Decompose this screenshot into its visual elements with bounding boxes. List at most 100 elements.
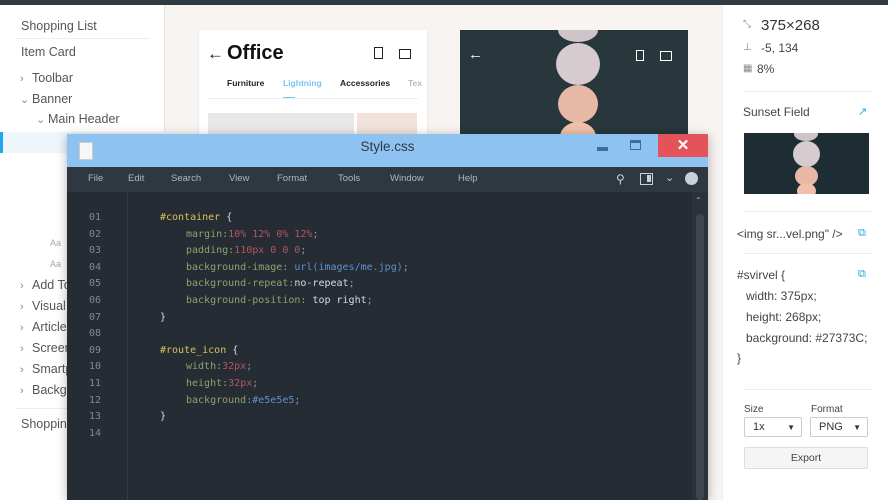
chevron-down-icon[interactable]: ⌄	[665, 171, 674, 184]
line-number: 01	[89, 212, 102, 223]
code-line: height:32px;	[186, 378, 259, 389]
layer-add-to[interactable]: › Add To	[20, 278, 71, 292]
css-line: background: #27373C;	[746, 331, 868, 345]
close-button[interactable]: ✕	[658, 134, 708, 157]
vertical-scrollbar[interactable]: ⌃	[692, 192, 708, 500]
asset-thumbnail	[744, 133, 869, 194]
chevron-down-icon: ⌄	[20, 94, 30, 106]
menu-search[interactable]: Search	[171, 173, 201, 184]
layer-banner[interactable]: ⌄ Banner	[20, 92, 72, 106]
lamp-artboard[interactable]: ←	[460, 30, 688, 140]
lamp-globe	[558, 30, 598, 42]
layer-item-card[interactable]: Item Card	[21, 45, 76, 59]
resize-icon: ⤡	[743, 19, 751, 30]
layer-visual[interactable]: › Visual	[20, 299, 66, 313]
title-bar[interactable]: Style.css ✕	[67, 134, 708, 167]
chevron-right-icon: ›	[20, 73, 24, 85]
layer-main-header[interactable]: ⌄ Main Header	[36, 112, 120, 126]
maximize-button[interactable]	[630, 140, 641, 150]
bookmark-icon	[636, 50, 644, 61]
css-line: height: 268px;	[746, 310, 822, 324]
menu-file[interactable]: File	[88, 173, 103, 184]
layer-shopping-list[interactable]: Shopping List	[21, 19, 97, 33]
line-number: 02	[89, 228, 102, 240]
menu-tools[interactable]: Tools	[338, 173, 360, 184]
layer-toolbar[interactable]: › Toolbar	[20, 71, 73, 85]
size-select[interactable]: 1x ▼	[744, 417, 802, 437]
code-line: background-repeat:no-repeat;	[186, 278, 355, 290]
inspector-panel: ⤡ 375×268 ⊥ -5, 134 ▦ 8% Sunset Field ↗ …	[722, 5, 888, 500]
line-number: 12	[89, 394, 102, 406]
external-link-icon[interactable]: ↗	[858, 105, 867, 118]
export-button[interactable]: Export	[744, 447, 868, 469]
menu-format[interactable]: Format	[277, 173, 307, 184]
code-line: background-position: top right;	[186, 295, 373, 306]
line-number: 08	[89, 328, 102, 340]
position-icon: ⊥	[743, 42, 752, 53]
size-label: Size	[744, 404, 764, 415]
scroll-up-icon[interactable]: ⌃	[695, 196, 702, 205]
menu-help[interactable]: Help	[458, 173, 478, 184]
code-line: #container {	[160, 212, 233, 223]
opacity: 8%	[757, 62, 775, 76]
menu-edit[interactable]: Edit	[128, 173, 144, 184]
card-title: Office	[227, 42, 284, 64]
copy-icon[interactable]: ⧉	[858, 227, 866, 240]
opacity-icon: ▦	[743, 63, 753, 74]
chevron-right-icon: ›	[20, 301, 24, 313]
dimensions: 375×268	[761, 17, 820, 34]
tab-textiles[interactable]: Tex	[408, 78, 427, 88]
panel-toggle-icon[interactable]	[640, 173, 653, 185]
line-number: 14	[89, 427, 102, 439]
lamp-globe	[556, 43, 600, 85]
menu-view[interactable]: View	[229, 173, 249, 184]
line-number: 11	[89, 378, 102, 389]
tab-accessories[interactable]: Accessories	[340, 78, 390, 88]
tab-furniture[interactable]: Furniture	[227, 78, 264, 88]
office-artboard[interactable]: ← Office Furniture Lightning Accessories…	[199, 30, 427, 143]
line-number: 13	[89, 411, 102, 423]
code-line: width:32px;	[186, 361, 253, 373]
divider	[743, 91, 873, 92]
code-line: }	[160, 311, 167, 323]
divider	[743, 253, 873, 254]
code-line: }	[160, 411, 167, 423]
format-select[interactable]: PNG ▼	[810, 417, 868, 437]
chevron-down-icon: ⌄	[36, 114, 46, 126]
copy-icon[interactable]: ⧉	[858, 268, 866, 281]
code-line: padding:110px 0 0 0;	[186, 245, 307, 257]
chevron-right-icon: ›	[20, 364, 24, 376]
menu-bar: File Edit Search View Format Tools Windo…	[67, 167, 708, 192]
line-number: 05	[89, 278, 102, 290]
divider	[743, 389, 873, 390]
user-avatar-icon[interactable]	[685, 172, 698, 185]
layer-article[interactable]: › Article	[20, 320, 67, 334]
code-line: background:#e5e5e5;	[186, 394, 301, 406]
search-icon[interactable]: ⚲	[616, 172, 625, 186]
layer-smartphone[interactable]: › Smartp	[20, 362, 72, 376]
code-editor-window[interactable]: Style.css ✕ File Edit Search View Format…	[67, 134, 708, 500]
asset-name: Sunset Field	[743, 105, 810, 119]
code-line: margin:10% 12% 0% 12%;	[186, 228, 319, 240]
chevron-right-icon: ›	[20, 280, 24, 292]
css-line: width: 375px;	[746, 289, 817, 303]
layer-background[interactable]: › Backg	[20, 383, 67, 397]
scrollbar-thumb[interactable]	[696, 214, 704, 500]
tab-lightning[interactable]: Lightning	[283, 78, 322, 88]
back-arrow-icon: ←	[207, 44, 224, 63]
divider	[208, 98, 418, 99]
line-number: 06	[89, 295, 102, 306]
layer-shopping[interactable]: Shopping	[21, 417, 74, 431]
bag-icon	[660, 51, 672, 61]
divider	[16, 38, 150, 39]
minimize-button[interactable]	[597, 147, 608, 151]
lamp-globe	[558, 85, 598, 123]
css-line: #svirvel {	[737, 268, 786, 282]
text-layer-icon: Aa	[50, 259, 62, 269]
line-number: 04	[89, 261, 102, 273]
code-line: background-image: url(images/me.jpg);	[186, 261, 409, 273]
bookmark-icon	[374, 47, 383, 59]
chevron-right-icon: ›	[20, 385, 24, 397]
menu-window[interactable]: Window	[390, 173, 424, 184]
layer-screen[interactable]: › Screen	[20, 341, 72, 355]
